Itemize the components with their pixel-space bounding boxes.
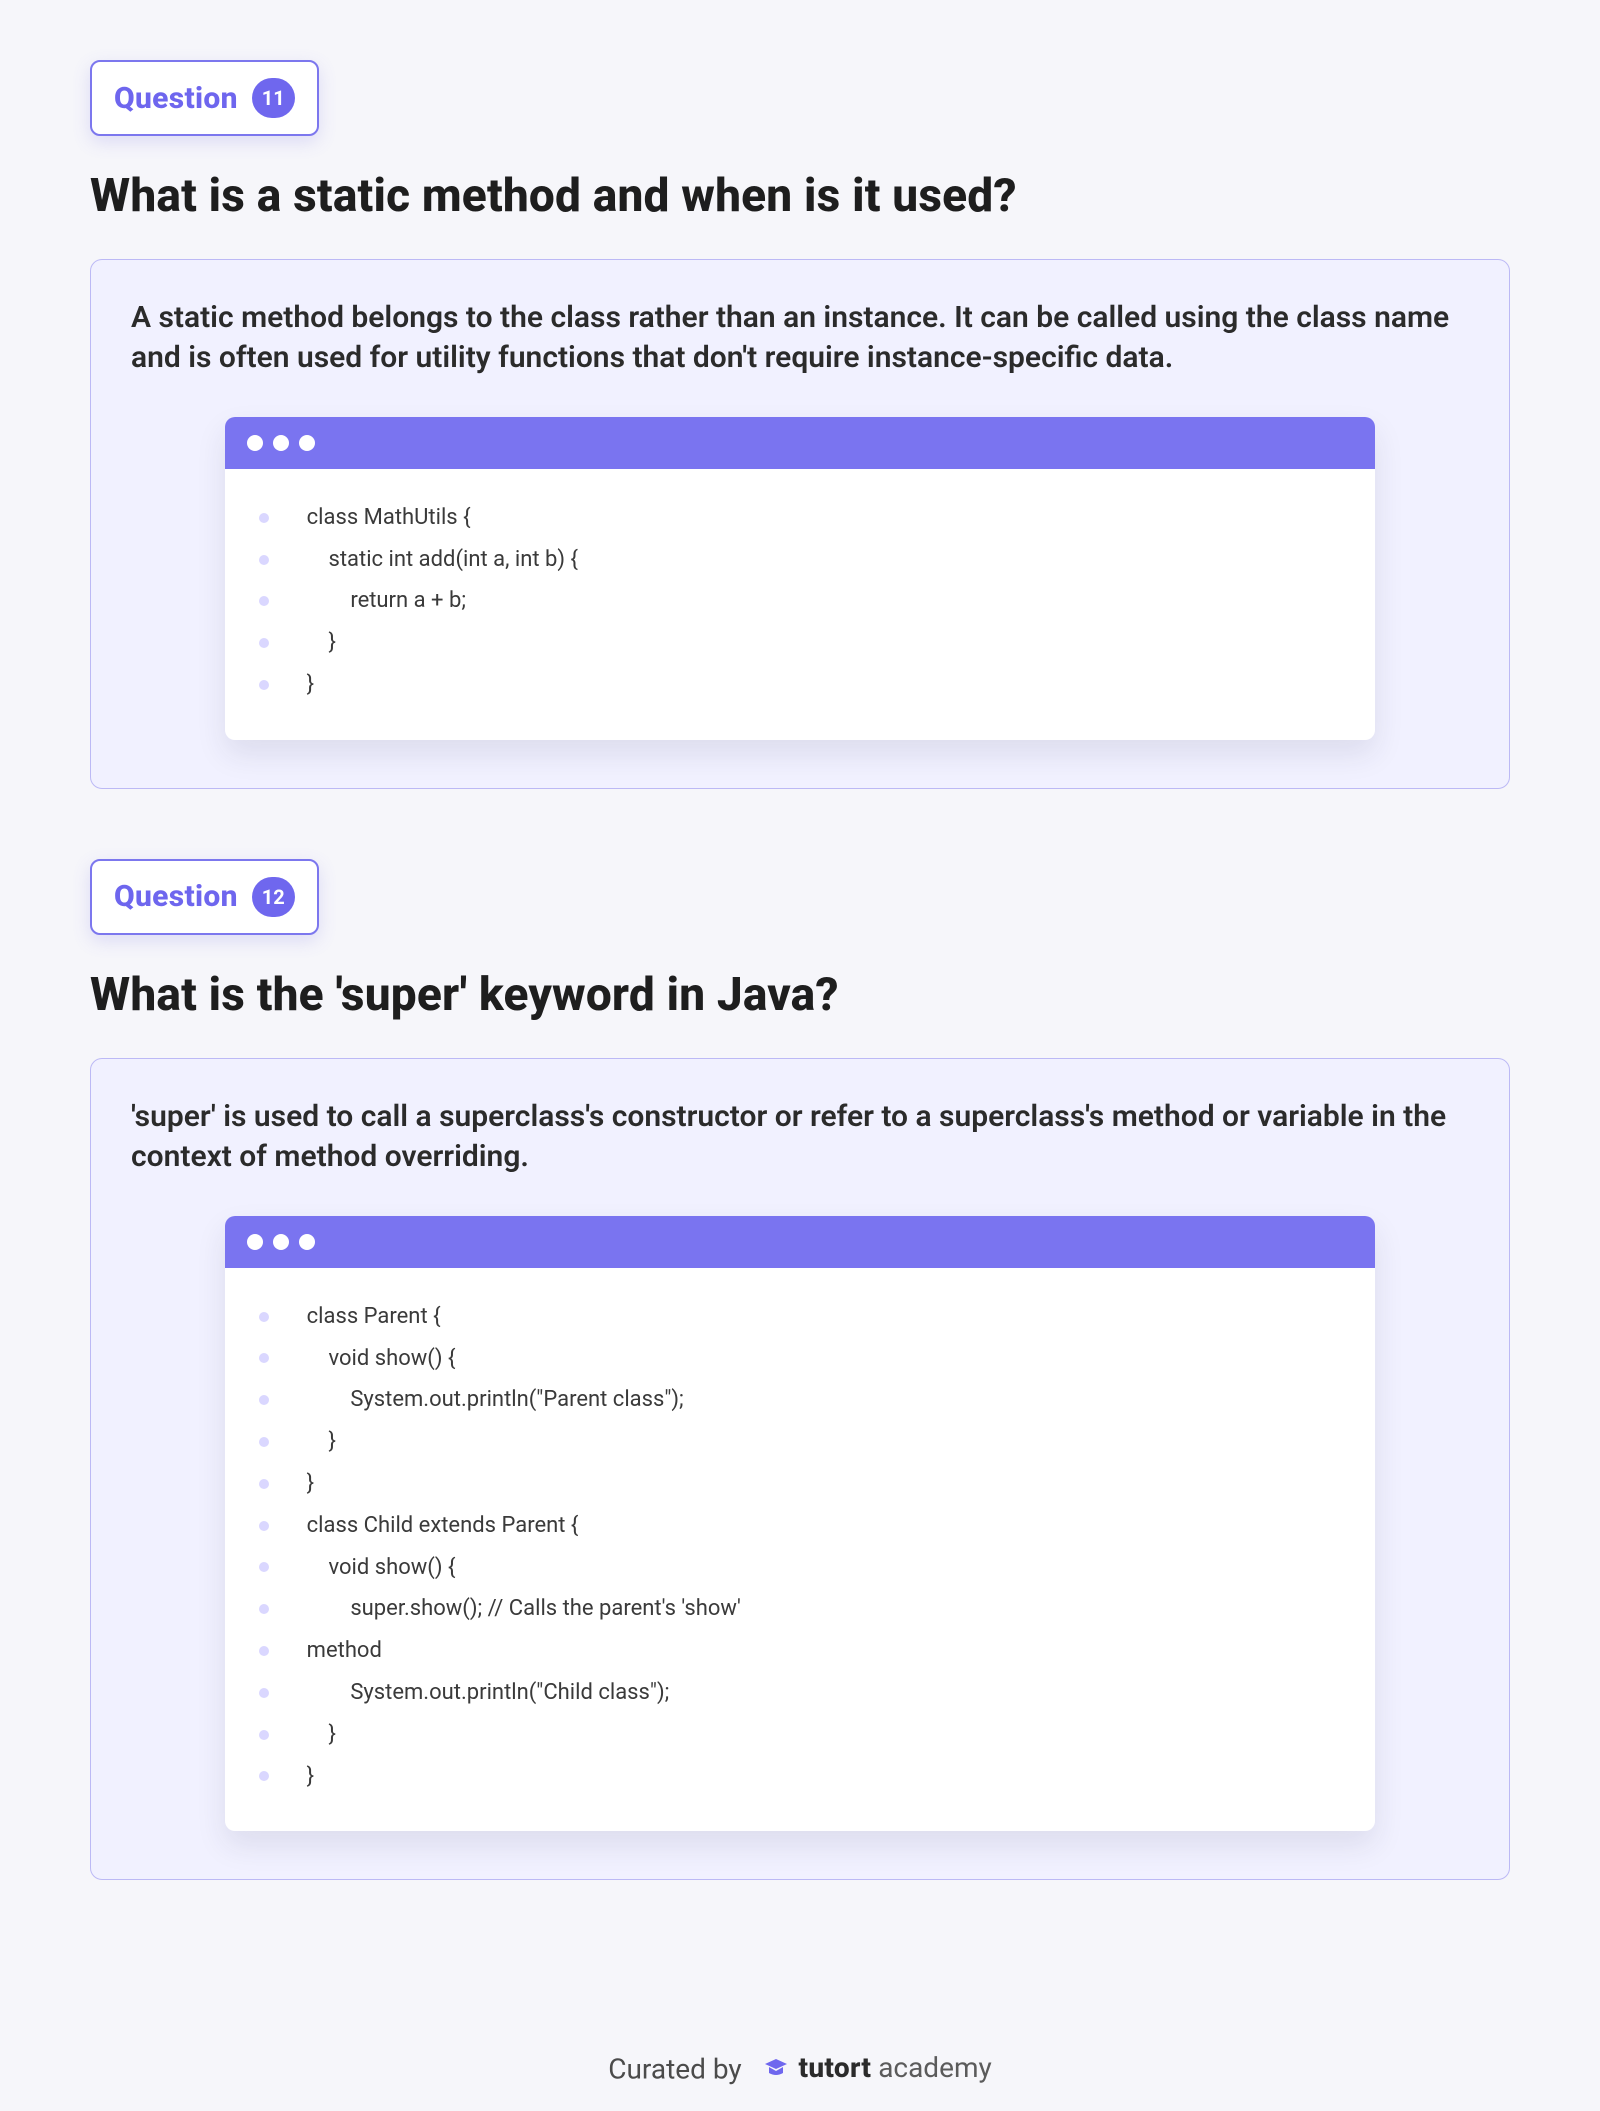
brand-logo-icon: [763, 2056, 789, 2078]
question-badge: Question 12: [90, 859, 319, 935]
curated-by-label: Curated by: [608, 2052, 741, 2085]
code-line: method: [259, 1630, 1342, 1672]
code-line: }: [259, 1463, 1342, 1505]
code-text: class Child extends Parent {: [307, 1505, 579, 1547]
code-window: class Parent { void show() { System.out.…: [225, 1216, 1376, 1832]
answer-card: A static method belongs to the class rat…: [90, 259, 1510, 789]
line-bullet-icon: [259, 1646, 269, 1656]
line-bullet-icon: [259, 1437, 269, 1447]
window-dot-icon: [273, 1234, 289, 1250]
code-text: void show() {: [307, 1338, 456, 1380]
code-line: System.out.println("Parent class");: [259, 1379, 1342, 1421]
code-text: static int add(int a, int b) {: [307, 539, 578, 581]
code-titlebar: [225, 417, 1376, 469]
question-title: What is a static method and when is it u…: [90, 170, 1510, 223]
code-text: }: [307, 1756, 314, 1798]
line-bullet-icon: [259, 1479, 269, 1489]
line-bullet-icon: [259, 1312, 269, 1322]
question-block-12: Question 12 What is the 'super' keyword …: [90, 859, 1510, 1880]
question-title: What is the 'super' keyword in Java?: [90, 969, 1510, 1022]
code-text: method: [307, 1630, 382, 1672]
question-number: 11: [252, 78, 295, 118]
window-dot-icon: [299, 435, 315, 451]
line-bullet-icon: [259, 1604, 269, 1614]
code-line: return a + b;: [259, 580, 1342, 622]
question-number: 12: [252, 877, 295, 917]
answer-text: 'super' is used to call a superclass's c…: [131, 1097, 1469, 1178]
code-text: }: [307, 1714, 336, 1756]
code-text: class Parent {: [307, 1296, 441, 1338]
code-text: System.out.println("Parent class");: [307, 1379, 684, 1421]
answer-card: 'super' is used to call a superclass's c…: [90, 1058, 1510, 1881]
code-line: System.out.println("Child class");: [259, 1672, 1342, 1714]
code-text: return a + b;: [307, 580, 466, 622]
line-bullet-icon: [259, 1688, 269, 1698]
code-line: class Child extends Parent {: [259, 1505, 1342, 1547]
code-text: class MathUtils {: [307, 497, 471, 539]
window-dot-icon: [273, 435, 289, 451]
line-bullet-icon: [259, 596, 269, 606]
code-line: class MathUtils {: [259, 497, 1342, 539]
window-dot-icon: [247, 435, 263, 451]
code-line: }: [259, 664, 1342, 706]
question-badge: Question 11: [90, 60, 319, 136]
code-text: }: [307, 664, 314, 706]
code-line: }: [259, 1714, 1342, 1756]
question-label: Question: [114, 879, 238, 914]
line-bullet-icon: [259, 1353, 269, 1363]
brand-strong: tutort: [799, 2051, 872, 2084]
code-window: class MathUtils { static int add(int a, …: [225, 417, 1376, 740]
code-text: }: [307, 1421, 336, 1463]
code-line: static int add(int a, int b) {: [259, 539, 1342, 581]
code-line: void show() {: [259, 1338, 1342, 1380]
code-body: class Parent { void show() { System.out.…: [225, 1268, 1376, 1832]
window-dot-icon: [247, 1234, 263, 1250]
code-text: }: [307, 622, 336, 664]
line-bullet-icon: [259, 1562, 269, 1572]
code-line: }: [259, 1421, 1342, 1463]
code-text: }: [307, 1463, 314, 1505]
line-bullet-icon: [259, 1521, 269, 1531]
line-bullet-icon: [259, 1771, 269, 1781]
line-bullet-icon: [259, 1395, 269, 1405]
code-line: super.show(); // Calls the parent's 'sho…: [259, 1588, 1342, 1630]
code-body: class MathUtils { static int add(int a, …: [225, 469, 1376, 740]
code-text: System.out.println("Child class");: [307, 1672, 670, 1714]
line-bullet-icon: [259, 638, 269, 648]
window-dot-icon: [299, 1234, 315, 1250]
line-bullet-icon: [259, 680, 269, 690]
brand: tutort academy: [763, 2051, 992, 2084]
code-line: }: [259, 622, 1342, 664]
code-line: void show() {: [259, 1547, 1342, 1589]
line-bullet-icon: [259, 555, 269, 565]
question-block-11: Question 11 What is a static method and …: [90, 60, 1510, 789]
brand-light-text: academy: [878, 2051, 992, 2084]
answer-text: A static method belongs to the class rat…: [131, 298, 1469, 379]
code-titlebar: [225, 1216, 1376, 1268]
code-text: void show() {: [307, 1547, 456, 1589]
line-bullet-icon: [259, 1730, 269, 1740]
line-bullet-icon: [259, 513, 269, 523]
code-text: super.show(); // Calls the parent's 'sho…: [307, 1588, 741, 1630]
code-line: class Parent {: [259, 1296, 1342, 1338]
code-line: }: [259, 1756, 1342, 1798]
footer: Curated by tutort academy: [0, 2051, 1600, 2086]
question-label: Question: [114, 81, 238, 116]
